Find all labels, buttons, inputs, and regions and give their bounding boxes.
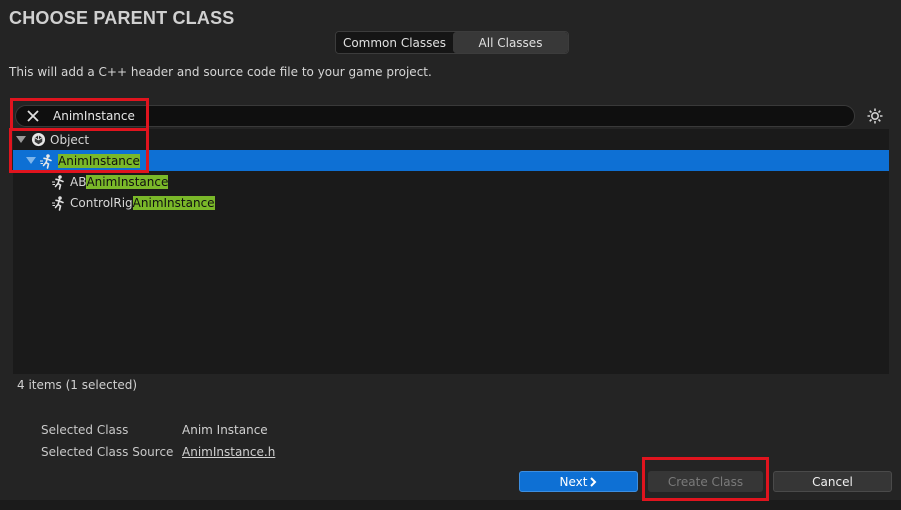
- next-button[interactable]: Next: [519, 471, 638, 492]
- tree-row-label: Object: [50, 132, 90, 147]
- selection-details: Selected Class Anim Instance Selected Cl…: [41, 419, 275, 463]
- selected-source-link[interactable]: AnimInstance.h: [182, 445, 275, 459]
- tree-row-label: ABAnimInstance: [70, 174, 169, 189]
- dialog-title: CHOOSE PARENT CLASS: [9, 8, 235, 28]
- class-search-box[interactable]: AnimInstance: [15, 105, 855, 127]
- object-class-icon: [30, 132, 46, 148]
- expand-arrow-icon[interactable]: [26, 156, 36, 166]
- tree-row-controlriganiminstance[interactable]: ControlRigAnimInstance: [13, 192, 889, 213]
- search-input[interactable]: AnimInstance: [53, 109, 135, 123]
- cancel-button[interactable]: Cancel: [773, 471, 892, 492]
- dialog-description: This will add a C++ header and source co…: [9, 65, 432, 79]
- item-count-status: 4 items (1 selected): [17, 378, 138, 392]
- gear-icon[interactable]: [866, 107, 884, 125]
- create-class-button[interactable]: Create Class: [648, 471, 763, 492]
- bottom-strip: [0, 500, 901, 510]
- tab-common-classes[interactable]: Common Classes: [336, 32, 453, 53]
- selected-class-label: Selected Class: [41, 423, 129, 437]
- selected-class-value: Anim Instance: [182, 423, 268, 437]
- class-tree[interactable]: Object AnimInstance ABAnimInstance Contr…: [13, 129, 889, 374]
- tree-row-object[interactable]: Object: [13, 129, 889, 150]
- tree-row-animinstance[interactable]: AnimInstance: [13, 150, 889, 171]
- anim-class-icon: [39, 153, 55, 169]
- tab-all-classes[interactable]: All Classes: [453, 32, 568, 53]
- expand-arrow-icon[interactable]: [16, 135, 26, 145]
- next-button-label: Next: [559, 474, 588, 489]
- class-mode-toggle: Common Classes All Classes: [335, 31, 569, 54]
- close-icon[interactable]: [23, 106, 43, 126]
- anim-class-icon: [51, 174, 67, 190]
- chevron-right-icon: [589, 476, 597, 487]
- selected-source-label: Selected Class Source: [41, 445, 174, 459]
- tree-row-abaniminstance[interactable]: ABAnimInstance: [13, 171, 889, 192]
- tree-row-label: AnimInstance: [58, 153, 140, 168]
- anim-class-icon: [51, 195, 67, 211]
- tree-row-label: ControlRigAnimInstance: [70, 195, 215, 210]
